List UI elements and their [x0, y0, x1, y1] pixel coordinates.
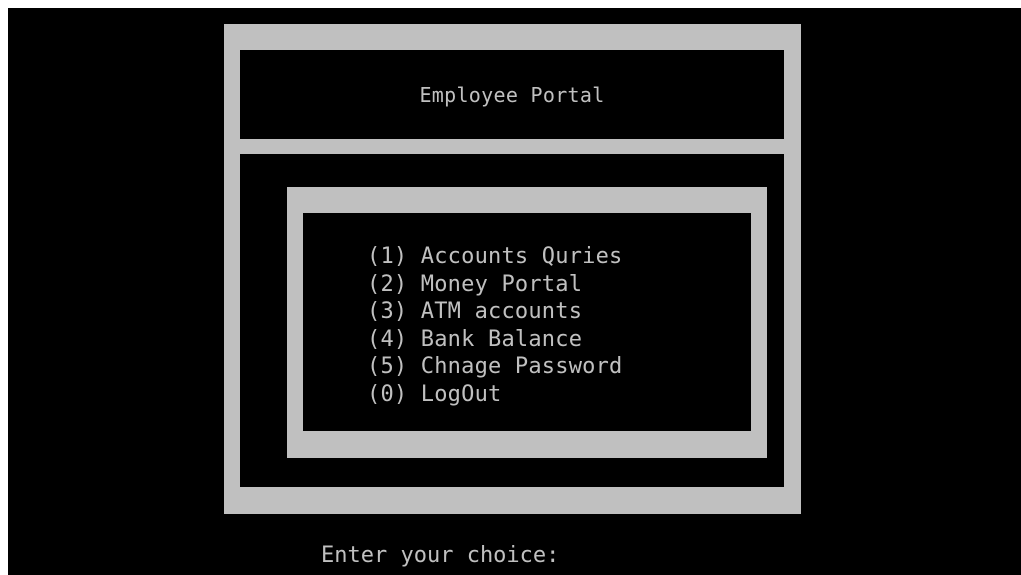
- menu-item-label: Bank Balance: [420, 326, 583, 352]
- menu-item-key: (4): [367, 326, 408, 352]
- menu-item-label: LogOut: [420, 381, 502, 407]
- portal-frame: Employee Portal (1) Accounts Quries (2) Mo…: [224, 24, 801, 514]
- menu-item-label: Accounts Quries: [420, 244, 623, 269]
- menu-item-label: Chnage Password: [420, 354, 623, 379]
- menu-item-bank-balance[interactable]: (4) Bank Balance: [367, 326, 622, 354]
- body-panel: (1) Accounts Quries (2) Money Portal (3) AT…: [240, 154, 784, 487]
- menu-item-key: (0): [367, 381, 408, 407]
- menu-item-key: (1): [367, 244, 408, 269]
- menu-item-key: (5): [367, 354, 408, 379]
- input-cursor[interactable]: [559, 540, 571, 562]
- choice-prompt[interactable]: Enter your choice:: [321, 540, 571, 569]
- page-title: Employee Portal: [419, 82, 605, 107]
- prompt-label: Enter your choice:: [321, 543, 560, 568]
- title-panel: Employee Portal: [240, 50, 784, 139]
- menu-item-accounts-queries[interactable]: (1) Accounts Quries: [367, 243, 622, 271]
- menu-frame: (1) Accounts Quries (2) Money Portal (3) AT…: [287, 187, 767, 458]
- menu-item-label: ATM accounts: [420, 299, 583, 324]
- menu-item-change-password[interactable]: (5) Chnage Password: [367, 353, 622, 381]
- menu-item-label: Money Portal: [420, 271, 583, 297]
- console-window: Employee Portal (1) Accounts Quries (2) Mo…: [8, 8, 1021, 575]
- menu-panel: (1) Accounts Quries (2) Money Portal (3) AT…: [303, 213, 751, 431]
- menu-item-money-portal[interactable]: (2) Money Portal: [367, 271, 622, 299]
- menu-item-logout[interactable]: (0) LogOut: [367, 381, 622, 409]
- menu-item-key: (3): [367, 299, 408, 324]
- menu-item-atm-accounts[interactable]: (3) ATM accounts: [367, 298, 622, 326]
- menu-list: (1) Accounts Quries (2) Money Portal (3) AT…: [367, 243, 622, 408]
- menu-item-key: (2): [367, 271, 408, 297]
